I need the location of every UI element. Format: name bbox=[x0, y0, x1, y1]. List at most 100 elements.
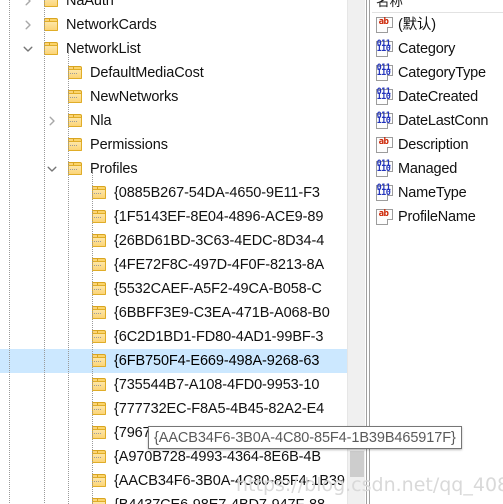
tree-guide-line bbox=[92, 385, 102, 386]
values-list-row[interactable]: 011 110 DateCreated bbox=[372, 85, 503, 109]
tree-guide-line bbox=[92, 337, 102, 338]
tree-guide-line bbox=[92, 193, 102, 194]
tree-item[interactable]: {0885B267-54DA-4650-9E11-F3 bbox=[0, 181, 347, 205]
folder-icon bbox=[44, 0, 58, 7]
value-name-label: Description bbox=[398, 137, 469, 153]
binary-value-icon: 011 110 bbox=[376, 111, 393, 129]
tree-item-label: {6C2D1BD1-FD80-4AD1-99BF-3 bbox=[114, 329, 324, 345]
tree-item-label: {735544B7-A108-4FD0-9953-10 bbox=[114, 377, 320, 393]
tree-item-label: {5532CAEF-A5F2-49CA-B058-C bbox=[114, 281, 322, 297]
values-list-row[interactable]: ab (默认) bbox=[372, 13, 503, 37]
tree-guide-line bbox=[68, 169, 78, 170]
tree-item[interactable]: Profiles bbox=[0, 157, 347, 181]
registry-editor-window: NaAuth NetworkCards NetworkList DefaultMedi… bbox=[0, 0, 503, 504]
tree-item-label: {6BBFF3E9-C3EA-471B-A068-B0 bbox=[114, 305, 330, 321]
binary-value-icon: 011 110 bbox=[376, 63, 393, 81]
tree-item[interactable]: NetworkCards bbox=[0, 13, 347, 37]
tree-item[interactable]: {6C2D1BD1-FD80-4AD1-99BF-3 bbox=[0, 325, 347, 349]
tree-item[interactable]: NewNetworks bbox=[0, 85, 347, 109]
folder-icon bbox=[44, 42, 58, 55]
tree-item-label: DefaultMediaCost bbox=[90, 65, 204, 81]
tree-item[interactable]: {6BBFF3E9-C3EA-471B-A068-B0 bbox=[0, 301, 347, 325]
tree-guide-line bbox=[92, 433, 102, 434]
tree-item[interactable]: {4FE72F8C-497D-4F0F-8213-8A bbox=[0, 253, 347, 277]
tree-item[interactable]: NaAuth bbox=[0, 0, 347, 13]
tree-item[interactable]: Nla bbox=[0, 109, 347, 133]
value-name-label: ProfileName bbox=[398, 209, 476, 225]
tree-item-label: {6FB750F4-E669-498A-9268-63 bbox=[114, 353, 320, 369]
tree-item-label: {1F5143EF-8E04-4896-ACE9-89 bbox=[114, 209, 324, 225]
tree-guide-line bbox=[92, 313, 102, 314]
tree-guide-line bbox=[92, 457, 102, 458]
tree-guide-line bbox=[92, 409, 102, 410]
tree-item-label: NewNetworks bbox=[90, 89, 179, 105]
tree-guide-line bbox=[44, 0, 45, 504]
value-name-label: DateLastConn bbox=[398, 113, 489, 129]
tree-item-label: {B4437CE6-98E7-4BD7-947F-88 bbox=[114, 493, 325, 504]
tree-item[interactable]: {5532CAEF-A5F2-49CA-B058-C bbox=[0, 277, 347, 301]
tree-item-label: {777732EC-F8A5-4B45-82A2-E4 bbox=[114, 401, 325, 417]
tree-guide-line bbox=[68, 49, 69, 504]
tree-item[interactable]: {735544B7-A108-4FD0-9953-10 bbox=[0, 373, 347, 397]
values-list-row[interactable]: 011 110 DateLastConn bbox=[372, 109, 503, 133]
values-list-row[interactable]: 011 110 Managed bbox=[372, 157, 503, 181]
tree-item-tooltip: {AACB34F6-3B0A-4C80-85F4-1B39B465917F} bbox=[148, 426, 462, 449]
tree-item-label: NaAuth bbox=[66, 0, 114, 9]
tree-guide-line bbox=[92, 289, 102, 290]
folder-icon bbox=[44, 18, 58, 31]
tree-scrollbar-thumb[interactable] bbox=[350, 451, 364, 477]
tree-item[interactable]: {777732EC-F8A5-4B45-82A2-E4 bbox=[0, 397, 347, 421]
string-value-icon: ab bbox=[376, 137, 393, 153]
chevron-right-icon[interactable] bbox=[20, 13, 36, 37]
values-list-row[interactable]: ab Description bbox=[372, 133, 503, 157]
string-value-icon: ab bbox=[376, 209, 393, 225]
tree-guide-line bbox=[92, 265, 102, 266]
tree-item-label: {26BD61BD-3C63-4EDC-8D34-4 bbox=[114, 233, 325, 249]
values-list-row[interactable]: 011 110 CategoryType bbox=[372, 61, 503, 85]
tree-item-label: Profiles bbox=[90, 161, 138, 177]
tree-item-label: NetworkCards bbox=[66, 17, 157, 33]
tree-item[interactable]: {6FB750F4-E669-498A-9268-63 bbox=[0, 349, 347, 373]
values-list-row[interactable]: 011 110 Category bbox=[372, 37, 503, 61]
tree-item[interactable]: {1F5143EF-8E04-4896-ACE9-89 bbox=[0, 205, 347, 229]
value-name-label: Category bbox=[398, 41, 456, 57]
tree-item-label: NetworkList bbox=[66, 41, 141, 57]
tree-item-label: {4FE72F8C-497D-4F0F-8213-8A bbox=[114, 257, 325, 273]
binary-value-icon: 011 110 bbox=[376, 159, 393, 177]
tree-guide-line bbox=[92, 361, 102, 362]
tree-item-label: Nla bbox=[90, 113, 112, 129]
chevron-down-icon[interactable] bbox=[20, 37, 36, 61]
tree-item[interactable]: {B4437CE6-98E7-4BD7-947F-88 bbox=[0, 493, 347, 504]
chevron-right-icon[interactable] bbox=[20, 0, 36, 13]
binary-value-icon: 011 110 bbox=[376, 39, 393, 57]
values-column-header-label: 名称 bbox=[376, 0, 403, 9]
values-list-row[interactable]: 011 110 NameType bbox=[372, 181, 503, 205]
chevron-right-icon[interactable] bbox=[44, 109, 60, 133]
value-name-label: (默认) bbox=[398, 17, 436, 33]
tree-guide-line bbox=[9, 0, 10, 504]
tree-guide-line bbox=[68, 73, 78, 74]
binary-value-icon: 011 110 bbox=[376, 183, 393, 201]
binary-value-icon: 011 110 bbox=[376, 87, 393, 105]
chevron-down-icon[interactable] bbox=[44, 157, 60, 181]
value-name-label: NameType bbox=[398, 185, 467, 201]
folder-icon bbox=[92, 498, 106, 504]
value-name-label: DateCreated bbox=[398, 89, 479, 105]
tree-item[interactable]: DefaultMediaCost bbox=[0, 61, 347, 85]
tree-guide-line bbox=[68, 97, 78, 98]
tree-item[interactable]: {26BD61BD-3C63-4EDC-8D34-4 bbox=[0, 229, 347, 253]
tree-guide-line bbox=[92, 241, 102, 242]
values-list-row[interactable]: ab ProfileName bbox=[372, 205, 503, 229]
tree-guide-line bbox=[92, 217, 102, 218]
string-value-icon: ab bbox=[376, 17, 393, 33]
tree-item[interactable]: NetworkList bbox=[0, 37, 347, 61]
tree-guide-line bbox=[92, 481, 102, 482]
tree-item-label: {0885B267-54DA-4650-9E11-F3 bbox=[114, 185, 320, 201]
tree-guide-line bbox=[68, 145, 78, 146]
values-column-header-name[interactable]: 名称 bbox=[372, 0, 503, 13]
tree-item[interactable]: {AACB34F6-3B0A-4C80-85F4-1B39 bbox=[0, 469, 347, 493]
value-name-label: CategoryType bbox=[398, 65, 486, 81]
tree-item[interactable]: Permissions bbox=[0, 133, 347, 157]
tree-item-label: {AACB34F6-3B0A-4C80-85F4-1B39 bbox=[114, 473, 345, 489]
tree-guide-line bbox=[68, 121, 78, 122]
